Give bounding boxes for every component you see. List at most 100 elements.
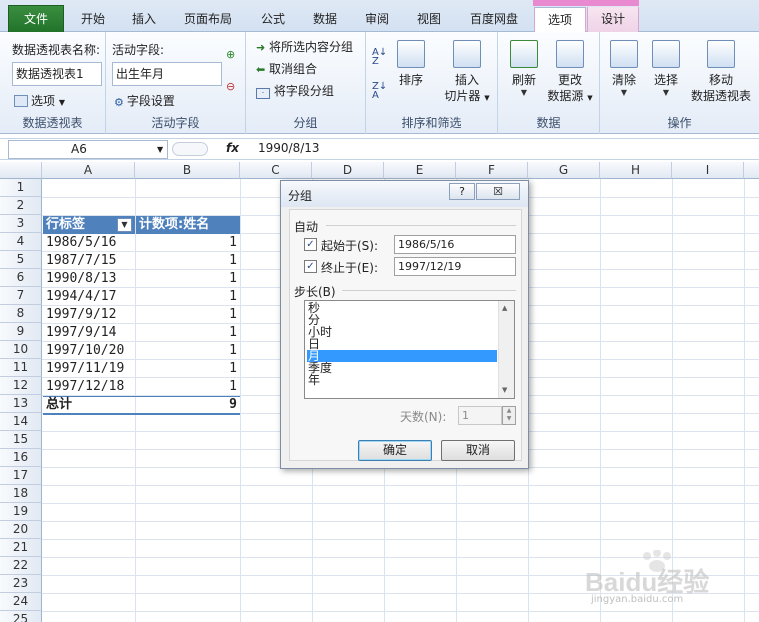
- select-all-corner[interactable]: [0, 162, 42, 179]
- active-field-input[interactable]: 出生年月: [112, 62, 222, 86]
- pivot-count-header[interactable]: 计数项:姓名: [136, 216, 240, 234]
- pivot-row-label-selected[interactable]: 1990/8/13: [46, 270, 116, 288]
- pivot-row-count[interactable]: 1: [136, 306, 237, 324]
- pivot-row-label[interactable]: 1987/7/15: [46, 252, 116, 270]
- pivot-row-label[interactable]: 1997/10/20: [46, 342, 124, 360]
- row-header[interactable]: 15: [0, 431, 42, 449]
- clear-button[interactable]: 清除 ▼: [604, 40, 644, 98]
- tab-data[interactable]: 数据: [302, 7, 348, 32]
- row-header[interactable]: 4: [0, 233, 42, 251]
- dialog-title-bar[interactable]: 分组 ? ☒: [281, 181, 528, 207]
- tab-design[interactable]: 设计: [587, 7, 639, 32]
- pivot-total-label[interactable]: 总计: [46, 396, 72, 414]
- collapse-field-icon[interactable]: ⊖: [226, 80, 235, 93]
- ok-button[interactable]: 确定: [358, 440, 432, 461]
- tab-review[interactable]: 审阅: [354, 7, 400, 32]
- pivot-row-count[interactable]: 1: [136, 378, 237, 396]
- tab-home[interactable]: 开始: [70, 7, 116, 32]
- scroll-up-icon[interactable]: ▲: [502, 304, 507, 312]
- name-box[interactable]: A6 ▼: [8, 140, 168, 159]
- row-header[interactable]: 14: [0, 413, 42, 431]
- row-header[interactable]: 5: [0, 251, 42, 269]
- pivot-name-input[interactable]: 数据透视表1: [12, 62, 102, 86]
- row-header[interactable]: 21: [0, 539, 42, 557]
- row-header[interactable]: 20: [0, 521, 42, 539]
- pivot-row-count[interactable]: 1: [136, 270, 237, 288]
- sort-button[interactable]: 排序: [394, 40, 428, 88]
- start-checkbox[interactable]: ✓: [304, 238, 317, 251]
- row-header[interactable]: 10: [0, 341, 42, 359]
- list-item[interactable]: 日: [307, 338, 497, 350]
- pivot-row-label[interactable]: 1997/12/18: [46, 378, 124, 396]
- col-header-a[interactable]: A: [42, 162, 135, 179]
- field-settings-button[interactable]: ⚙ 字段设置: [114, 92, 175, 109]
- row-header[interactable]: 7: [0, 287, 42, 305]
- formula-value[interactable]: 1990/8/13: [258, 141, 320, 155]
- col-header-b[interactable]: B: [135, 162, 240, 179]
- col-header-i[interactable]: I: [672, 162, 744, 179]
- sort-desc-icon[interactable]: Z↓ A: [372, 82, 387, 101]
- row-header[interactable]: 2: [0, 197, 42, 215]
- row-header[interactable]: 25: [0, 611, 42, 622]
- chevron-down-icon[interactable]: ▼: [157, 141, 163, 158]
- insert-slicer-button[interactable]: 插入 切片器 ▼: [442, 40, 492, 106]
- pivot-row-label[interactable]: 1997/11/19: [46, 360, 124, 378]
- row-header[interactable]: 18: [0, 485, 42, 503]
- pivot-row-count[interactable]: 1: [136, 252, 237, 270]
- pivot-row-count[interactable]: 1: [136, 288, 237, 306]
- tab-baidu-netdisk[interactable]: 百度网盘: [458, 7, 530, 32]
- list-item[interactable]: 小时: [307, 326, 497, 338]
- group-selection-button[interactable]: ➜ 将所选内容分组: [256, 38, 353, 55]
- move-pivot-button[interactable]: 移动 数据透视表: [688, 40, 754, 104]
- pivot-row-label[interactable]: 1997/9/14: [46, 324, 116, 342]
- row-header[interactable]: 19: [0, 503, 42, 521]
- days-input[interactable]: 1: [458, 406, 502, 425]
- col-header-f[interactable]: F: [456, 162, 528, 179]
- close-icon[interactable]: ☒: [476, 183, 520, 200]
- listbox-scrollbar[interactable]: ▲ ▼: [498, 301, 514, 398]
- list-item[interactable]: 分: [307, 314, 497, 326]
- select-button[interactable]: 选择 ▼: [646, 40, 686, 98]
- tab-insert[interactable]: 插入: [121, 7, 167, 32]
- pivot-row-label[interactable]: 1997/9/12: [46, 306, 116, 324]
- row-header[interactable]: 16: [0, 449, 42, 467]
- pivot-row-count[interactable]: 1: [136, 324, 237, 342]
- tab-formulas[interactable]: 公式: [250, 7, 296, 32]
- group-field-button[interactable]: · 将字段分组: [256, 82, 334, 99]
- expand-field-icon[interactable]: ⊕: [226, 48, 235, 61]
- start-input[interactable]: 1986/5/16: [394, 235, 516, 254]
- end-checkbox[interactable]: ✓: [304, 260, 317, 273]
- fx-icon[interactable]: fx: [226, 141, 239, 155]
- list-item-selected[interactable]: 月: [307, 350, 497, 362]
- row-header[interactable]: 17: [0, 467, 42, 485]
- list-item[interactable]: 季度: [307, 362, 497, 374]
- step-listbox[interactable]: 秒 分 小时 日 月 季度 年 ▲ ▼: [304, 300, 515, 399]
- row-header[interactable]: 3: [0, 215, 42, 233]
- tab-page-layout[interactable]: 页面布局: [172, 7, 244, 32]
- pivot-row-label[interactable]: 1986/5/16: [46, 234, 116, 252]
- pivot-row-count[interactable]: 1: [136, 234, 237, 252]
- sort-asc-icon[interactable]: A↓ Z: [372, 48, 387, 67]
- pivot-row-count[interactable]: 1: [136, 342, 237, 360]
- row-header[interactable]: 23: [0, 575, 42, 593]
- pivot-options-button[interactable]: 选项 ▼: [14, 92, 65, 109]
- formula-bar-splitter[interactable]: [172, 142, 208, 156]
- row-header[interactable]: 13: [0, 395, 42, 413]
- row-header[interactable]: 6: [0, 269, 42, 287]
- refresh-button[interactable]: 刷新 ▼: [504, 40, 544, 98]
- col-header-g[interactable]: G: [528, 162, 600, 179]
- row-header[interactable]: 22: [0, 557, 42, 575]
- col-header-e[interactable]: E: [384, 162, 456, 179]
- scroll-down-icon[interactable]: ▼: [502, 386, 507, 394]
- pivot-total-value[interactable]: 9: [136, 396, 237, 414]
- ungroup-button[interactable]: ⬅ 取消组合: [256, 60, 317, 77]
- list-item[interactable]: 秒: [307, 302, 497, 314]
- tab-view[interactable]: 视图: [406, 7, 452, 32]
- row-header[interactable]: 8: [0, 305, 42, 323]
- list-item[interactable]: 年: [307, 374, 497, 386]
- cancel-button[interactable]: 取消: [441, 440, 515, 461]
- col-header-d[interactable]: D: [312, 162, 384, 179]
- pivot-row-count[interactable]: 1: [136, 360, 237, 378]
- pivot-row-label[interactable]: 1994/4/17: [46, 288, 116, 306]
- help-icon[interactable]: ?: [449, 183, 475, 200]
